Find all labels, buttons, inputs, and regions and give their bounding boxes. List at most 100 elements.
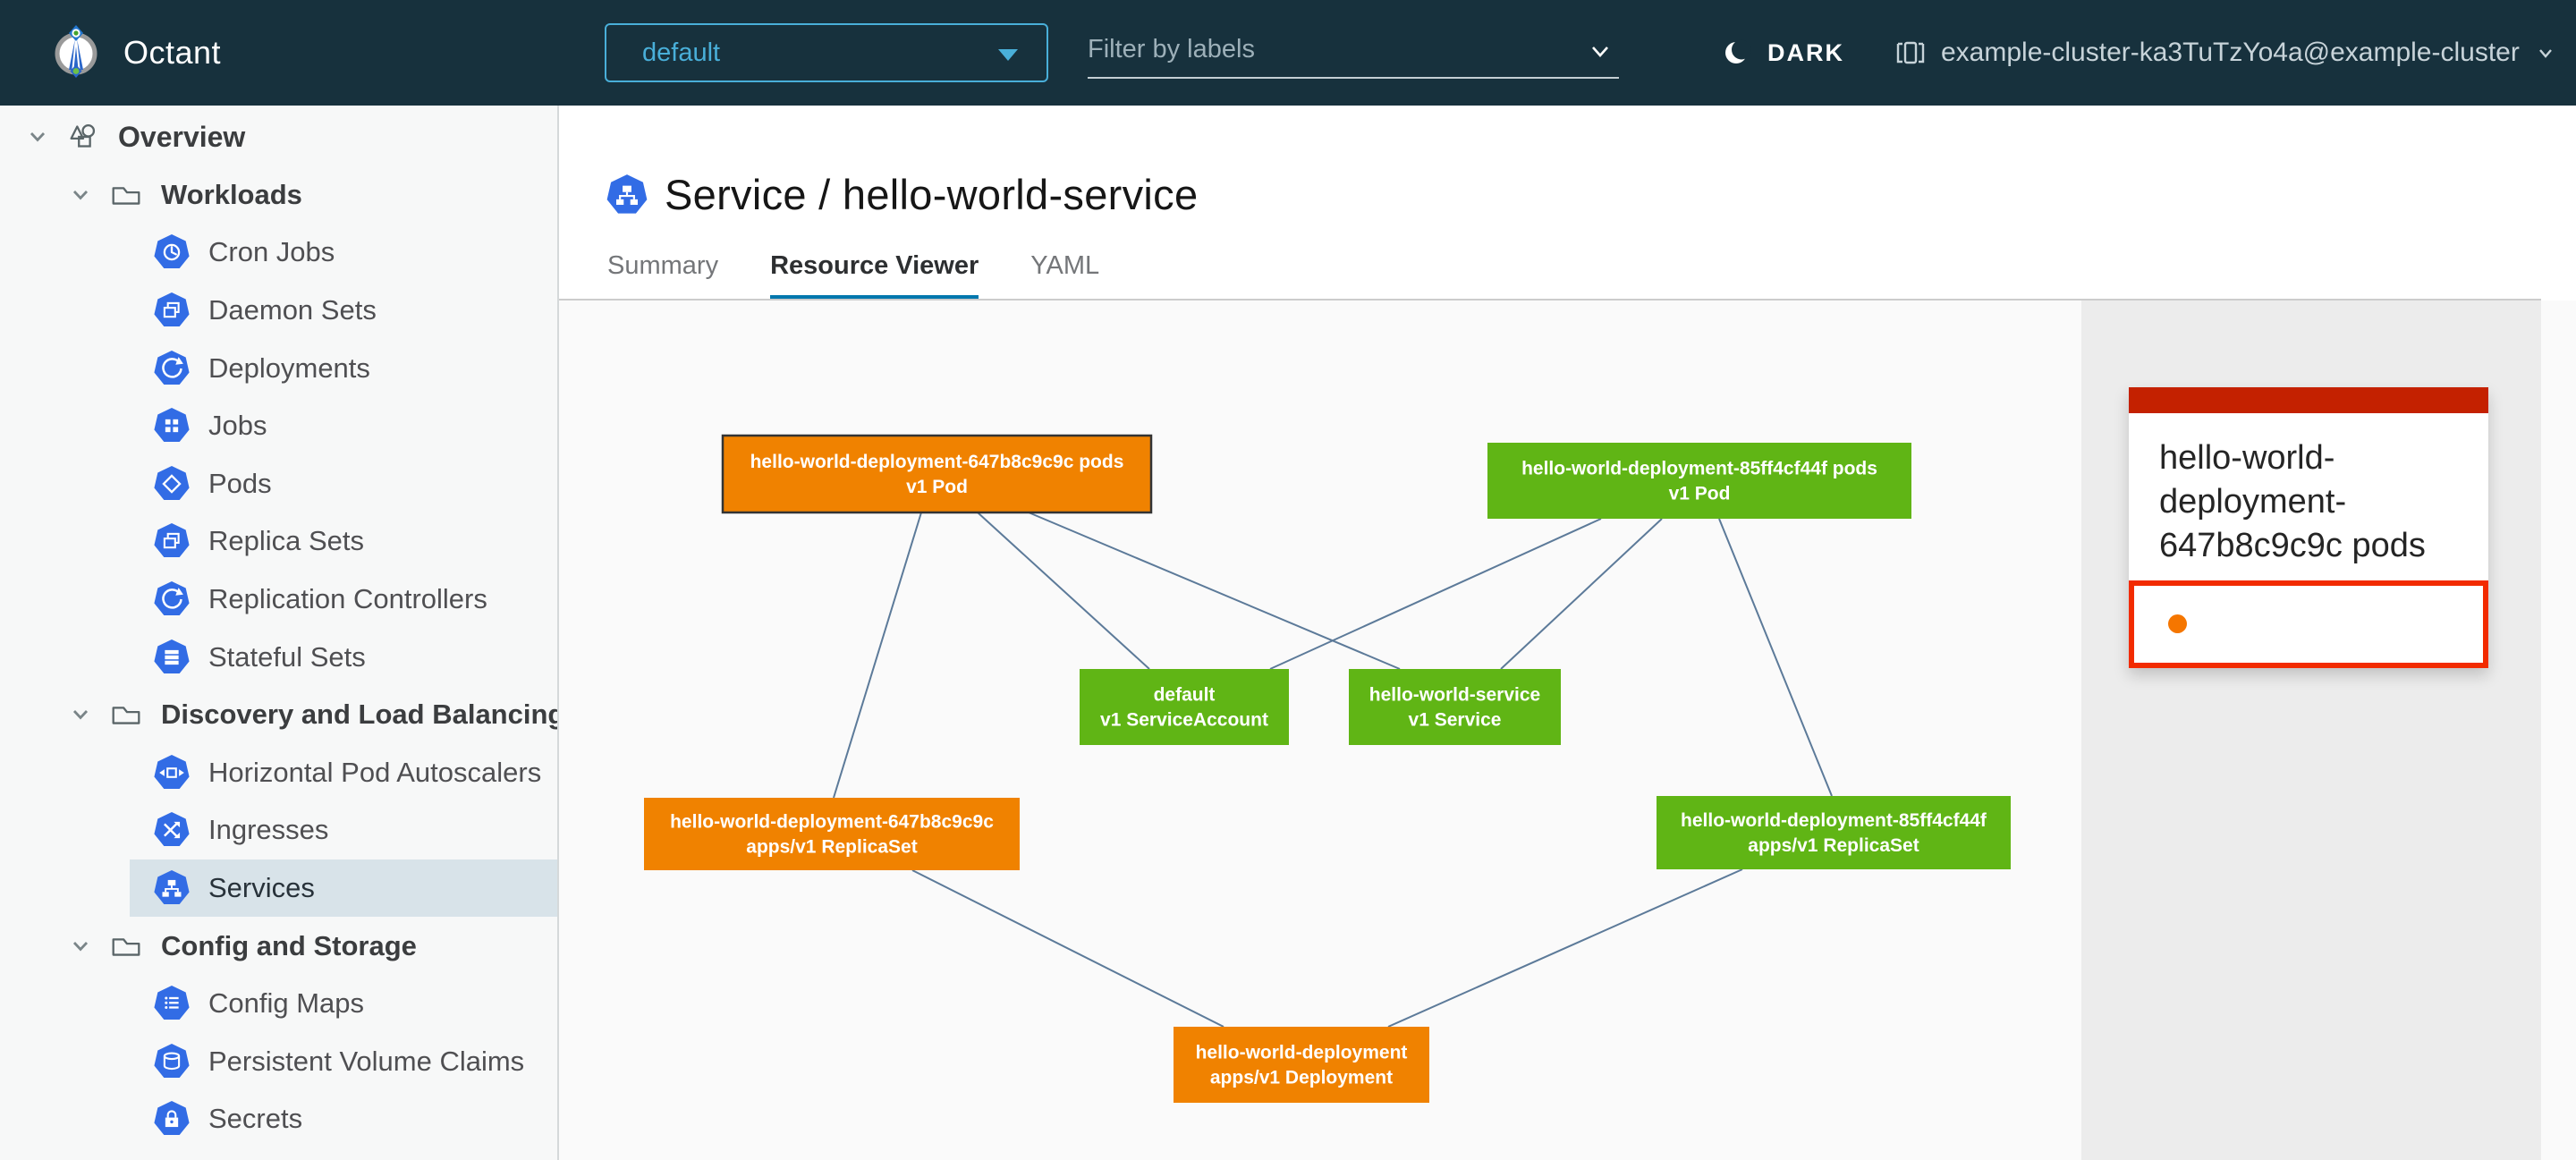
sidebar-item-label: Deployments — [208, 352, 370, 385]
graph-node-pod-85ff4cf44f[interactable]: hello-world-deployment-85ff4cf44f podsv1… — [1487, 443, 1911, 519]
label-filter — [1088, 21, 1619, 79]
pods-icon — [153, 465, 191, 503]
sidebar-item-overview[interactable]: Overview — [0, 108, 557, 166]
node-label-name: default — [1154, 685, 1216, 706]
sidebar-item-workloads[interactable]: Workloads — [0, 166, 557, 224]
chevron-down-icon[interactable] — [63, 699, 98, 731]
card-accent-bar — [2129, 387, 2488, 413]
daemon-sets-icon — [153, 292, 191, 329]
sidebar-item-label: Horizontal Pod Autoscalers — [208, 757, 541, 789]
graph-edge — [1029, 512, 1400, 669]
brand: Octant — [47, 0, 221, 106]
chevron-down-icon[interactable] — [63, 930, 98, 962]
sidebar-item-secrets[interactable]: Secrets — [130, 1090, 557, 1148]
sidebar-item-label: Secrets — [208, 1103, 302, 1135]
tab-divider — [559, 299, 2541, 301]
graph-edge — [834, 512, 921, 798]
node-label-name: hello-world-service — [1369, 685, 1540, 706]
persistent-volume-claims-icon — [153, 1043, 191, 1080]
theme-toggle-button[interactable]: DARK — [1723, 0, 1844, 106]
sidebar-item-label: Ingresses — [208, 814, 328, 846]
octant-app: Octant default DARK example-cluster-ka3T… — [0, 0, 2576, 1160]
node-label-name: hello-world-deployment-647b8c9c9c — [670, 812, 994, 833]
moon-icon — [1723, 38, 1753, 68]
graph-node-deployment-hello-world[interactable]: hello-world-deployment apps/v1 Deployment — [1174, 1027, 1429, 1103]
sidebar-item-label: Overview — [118, 121, 245, 154]
sidebar-item-replica-sets[interactable]: Replica Sets — [130, 512, 557, 571]
graph-node-replicaset-647b8c9c9c[interactable]: hello-world-deployment-647b8c9c9c apps/v1… — [644, 798, 1020, 870]
sidebar-item-replication-controllers[interactable]: Replication Controllers — [130, 571, 557, 629]
cluster-context-menu[interactable]: example-cluster-ka3TuTzYo4a@example-clus… — [1894, 0, 2557, 106]
sidebar-item-ingresses[interactable]: Ingresses — [130, 801, 557, 859]
graph-node-service-hello-world-service[interactable]: hello-world-service v1 Service — [1349, 669, 1561, 745]
resource-viewer-graph: hello-world-deployment-647b8c9c9c pods v1… — [559, 301, 2081, 1160]
tab-resource-viewer[interactable]: Resource Viewer — [770, 251, 979, 302]
replica-sets-icon — [153, 522, 191, 560]
folder-icon — [107, 176, 145, 214]
sidebar-item-horizontal-pod-autoscalers[interactable]: Horizontal Pod Autoscalers — [130, 744, 557, 802]
node-label-kind: v1 Service — [1409, 710, 1502, 731]
tab-yaml[interactable]: YAML — [1030, 251, 1099, 302]
node-label-kind: apps/v1 ReplicaSet — [746, 837, 917, 858]
sidebar-item-label: Discovery and Load Balancing — [161, 699, 559, 731]
chevron-down-icon[interactable] — [1585, 36, 1615, 71]
status-box — [2129, 580, 2488, 668]
cluster-context-label: example-cluster-ka3TuTzYo4a@example-clus… — [1941, 38, 2520, 68]
sidebar-item-label: Persistent Volume Claims — [208, 1046, 524, 1078]
sidebar-item-config-and-storage[interactable]: Config and Storage — [0, 917, 557, 975]
replication-controllers-icon — [153, 580, 191, 618]
folder-icon — [107, 696, 145, 733]
jobs-icon — [153, 407, 191, 445]
sidebar-item-stateful-sets[interactable]: Stateful Sets — [130, 628, 557, 686]
sidebar-item-label: Pods — [208, 468, 272, 500]
page-title: Service / hello-world-service — [606, 170, 1198, 219]
sidebar-item-cron-jobs[interactable]: Cron Jobs — [130, 224, 557, 282]
theme-toggle-label: DARK — [1767, 39, 1844, 67]
sidebar-item-label: Stateful Sets — [208, 641, 366, 673]
node-label-name: hello-world-deployment — [1196, 1043, 1408, 1063]
label-filter-input[interactable] — [1088, 21, 1619, 79]
node-label-name: hello-world-deployment-647b8c9c9c pods — [750, 452, 1124, 472]
graph-node-serviceaccount-default[interactable]: defaultv1 ServiceAccount — [1080, 669, 1289, 745]
sidebar-item-config-maps[interactable]: Config Maps — [130, 975, 557, 1033]
app-header: Octant default DARK example-cluster-ka3T… — [0, 0, 2576, 106]
sidebar-item-daemon-sets[interactable]: Daemon Sets — [130, 282, 557, 340]
tab-summary[interactable]: Summary — [607, 251, 718, 302]
graph-node-replicaset-85ff4cf44f[interactable]: hello-world-deployment-85ff4cf44fapps/v1… — [1657, 796, 2011, 869]
node-label-kind: apps/v1 ReplicaSet — [1748, 835, 1919, 856]
chevron-down-icon[interactable] — [63, 179, 98, 211]
stateful-sets-icon — [153, 639, 191, 676]
octant-logo — [47, 21, 106, 85]
cron-jobs-icon — [153, 233, 191, 271]
sidebar-item-deployments[interactable]: Deployments — [130, 339, 557, 397]
namespace-select[interactable]: default — [605, 23, 1048, 82]
sidebar: Overview Workloads Cron Jobs Daemon Sets Dep… — [0, 106, 559, 1160]
sidebar-item-persistent-volume-claims[interactable]: Persistent Volume Claims — [130, 1033, 557, 1091]
sidebar-item-label: Services — [208, 872, 315, 904]
sidebar-item-services[interactable]: Services — [130, 859, 557, 918]
namespace-select-value: default — [642, 38, 720, 68]
sidebar-item-label: Cron Jobs — [208, 236, 335, 268]
ingresses-icon — [153, 811, 191, 849]
sidebar-item-discovery-and-load-balancing[interactable]: Discovery and Load Balancing — [0, 686, 557, 744]
chevron-down-icon[interactable] — [20, 121, 55, 153]
sidebar-item-pods[interactable]: Pods — [130, 455, 557, 513]
sidebar-item-label: Workloads — [161, 179, 302, 211]
page-title-text: Service / hello-world-service — [665, 170, 1198, 219]
node-label-kind: v1 Pod — [1669, 484, 1731, 504]
tab-bar: Summary Resource Viewer YAML — [607, 251, 1151, 302]
app-name: Octant — [123, 34, 221, 72]
sidebar-item-label: Config and Storage — [161, 930, 417, 962]
graph-edge — [1719, 519, 1832, 796]
config-maps-icon — [153, 985, 191, 1022]
sidebar-item-jobs[interactable]: Jobs — [130, 397, 557, 455]
node-label-kind: apps/v1 Deployment — [1210, 1068, 1393, 1088]
node-label-kind: v1 Pod — [906, 477, 968, 497]
overview-icon — [64, 118, 102, 156]
graph-node-pod-647b8c9c9c[interactable]: hello-world-deployment-647b8c9c9c pods v1… — [723, 436, 1151, 512]
deployments-icon — [153, 350, 191, 387]
graph-edge — [1388, 869, 1742, 1027]
folder-icon — [107, 927, 145, 965]
horizontal-pod-autoscalers-icon — [153, 754, 191, 792]
terminal-icon — [1894, 37, 1927, 69]
